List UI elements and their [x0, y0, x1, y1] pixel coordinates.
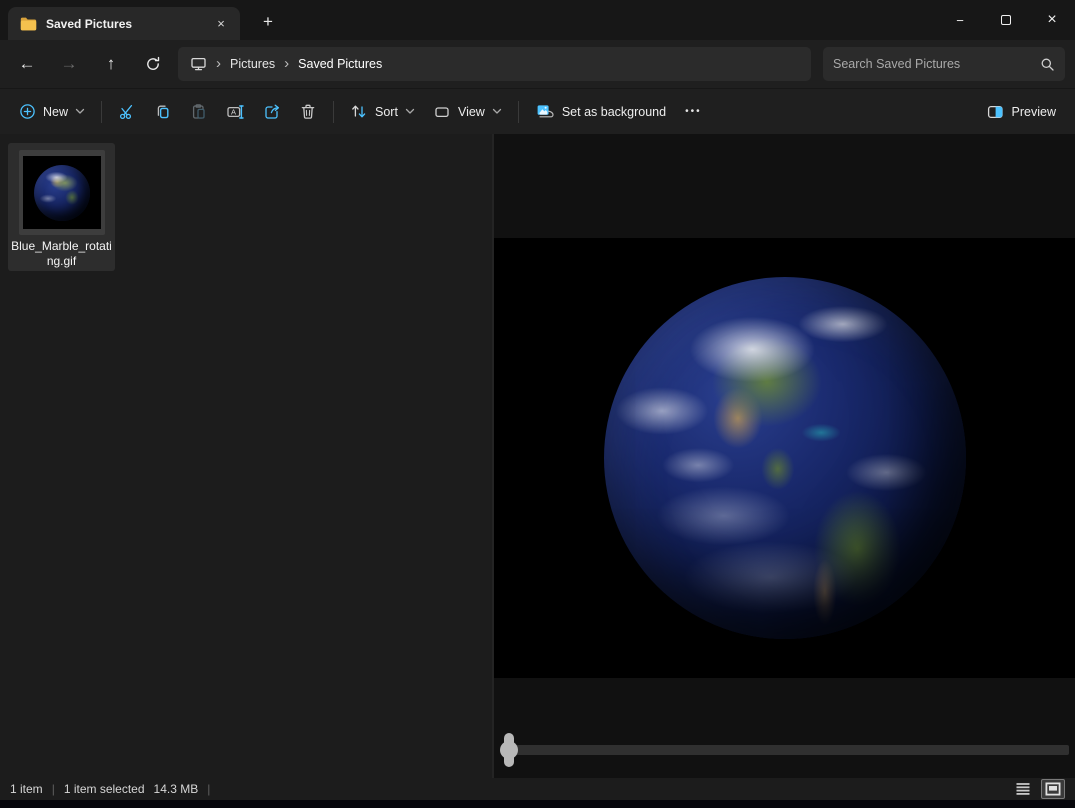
file-list[interactable]: Blue_Marble_rotating.gif: [0, 134, 492, 778]
see-more-button[interactable]: •••: [675, 106, 712, 117]
up-button[interactable]: ↑: [94, 47, 128, 81]
slider-thumb-bulge: [500, 741, 518, 759]
file-item-blue-marble[interactable]: Blue_Marble_rotating.gif: [8, 143, 115, 271]
share-icon: [263, 103, 281, 121]
view-button[interactable]: View: [424, 94, 511, 130]
slider-thumb[interactable]: [500, 733, 518, 767]
toolbar-separator: [101, 101, 102, 123]
cut-button[interactable]: [109, 94, 145, 130]
maximize-button[interactable]: [983, 0, 1029, 40]
sort-button-label: Sort: [375, 105, 398, 119]
refresh-icon: [145, 56, 161, 72]
gif-playback-slider[interactable]: [494, 730, 1075, 770]
address-bar[interactable]: › Pictures › Saved Pictures: [178, 47, 811, 81]
preview-pane: [492, 134, 1075, 778]
file-thumbnail: [23, 156, 101, 229]
cut-icon: [118, 103, 136, 121]
toolbar-separator: [518, 101, 519, 123]
trash-icon: [299, 103, 317, 121]
command-toolbar: New: [0, 88, 1075, 134]
large-thumbnails-view-button[interactable]: [1041, 779, 1065, 799]
chevron-down-icon: [75, 108, 85, 115]
breadcrumb-saved-pictures[interactable]: Saved Pictures: [298, 57, 382, 71]
this-pc-icon: [190, 56, 207, 72]
copy-icon: [154, 103, 172, 121]
status-bar: 1 item | 1 item selected 14.3 MB |: [0, 778, 1075, 800]
view-toggles: [1011, 779, 1065, 799]
status-separator: |: [52, 782, 55, 796]
selection-size: 14.3 MB: [154, 782, 199, 796]
view-icon: [433, 104, 451, 120]
preview-pane-icon: [986, 104, 1005, 120]
preview-image-area: [494, 238, 1075, 678]
file-thumbnail-frame: [19, 150, 105, 235]
copy-button[interactable]: [145, 94, 181, 130]
breadcrumb-pictures[interactable]: Pictures: [230, 57, 275, 71]
search-icon: [1040, 57, 1055, 72]
svg-text:A: A: [231, 107, 236, 116]
search-box[interactable]: [823, 47, 1065, 81]
content-area: Blue_Marble_rotating.gif: [0, 134, 1075, 778]
toolbar-separator: [333, 101, 334, 123]
preview-toggle-button[interactable]: Preview: [977, 94, 1065, 130]
forward-button[interactable]: →: [52, 47, 86, 81]
set-background-icon: [535, 103, 555, 120]
share-button[interactable]: [254, 94, 290, 130]
item-count: 1 item: [10, 782, 43, 796]
rename-icon: A: [226, 103, 245, 121]
rename-button[interactable]: A: [217, 94, 254, 130]
set-as-background-label: Set as background: [562, 105, 666, 119]
back-button[interactable]: ←: [10, 47, 44, 81]
preview-toggle-label: Preview: [1012, 105, 1056, 119]
status-separator: |: [207, 782, 210, 796]
details-view-icon: [1015, 782, 1031, 796]
earth-preview-image: [604, 277, 966, 639]
set-as-background-button[interactable]: Set as background: [526, 94, 675, 130]
tab-close-button[interactable]: ×: [210, 13, 232, 35]
new-button[interactable]: New: [10, 94, 94, 130]
paste-button[interactable]: [181, 94, 217, 130]
details-view-button[interactable]: [1011, 779, 1035, 799]
minimize-button[interactable]: −: [937, 0, 983, 40]
folder-icon: [20, 17, 37, 31]
tab-saved-pictures[interactable]: Saved Pictures ×: [8, 7, 240, 40]
slider-track[interactable]: [508, 745, 1069, 755]
chevron-down-icon: [405, 108, 415, 115]
view-button-label: View: [458, 105, 485, 119]
file-name: Blue_Marble_rotating.gif: [10, 239, 113, 269]
window-controls: − ×: [937, 0, 1075, 40]
paste-icon: [190, 103, 208, 121]
delete-button[interactable]: [290, 94, 326, 130]
sort-button[interactable]: Sort: [341, 94, 424, 130]
new-tab-button[interactable]: +: [254, 8, 282, 36]
sort-icon: [350, 103, 368, 120]
new-button-label: New: [43, 105, 68, 119]
close-button[interactable]: ×: [1029, 0, 1075, 40]
navigation-bar: ← → ↑ › Pictures › Saved Pictures: [0, 40, 1075, 88]
maximize-icon: [1001, 15, 1011, 25]
breadcrumb-chevron: ›: [216, 56, 221, 73]
refresh-button[interactable]: [136, 47, 170, 81]
new-plus-icon: [19, 103, 36, 120]
breadcrumb-chevron: ›: [284, 56, 289, 73]
selection-count: 1 item selected: [64, 782, 145, 796]
tab-title: Saved Pictures: [46, 17, 210, 31]
earth-thumbnail-image: [34, 165, 90, 221]
chevron-down-icon: [492, 108, 502, 115]
search-input[interactable]: [833, 57, 1040, 71]
large-thumbnails-view-icon: [1045, 782, 1061, 796]
file-explorer-window: Saved Pictures × + − × ← → ↑ › Pic: [0, 0, 1075, 808]
window-bottom-edge: [0, 800, 1075, 808]
tab-bar: Saved Pictures × + − ×: [0, 0, 1075, 40]
